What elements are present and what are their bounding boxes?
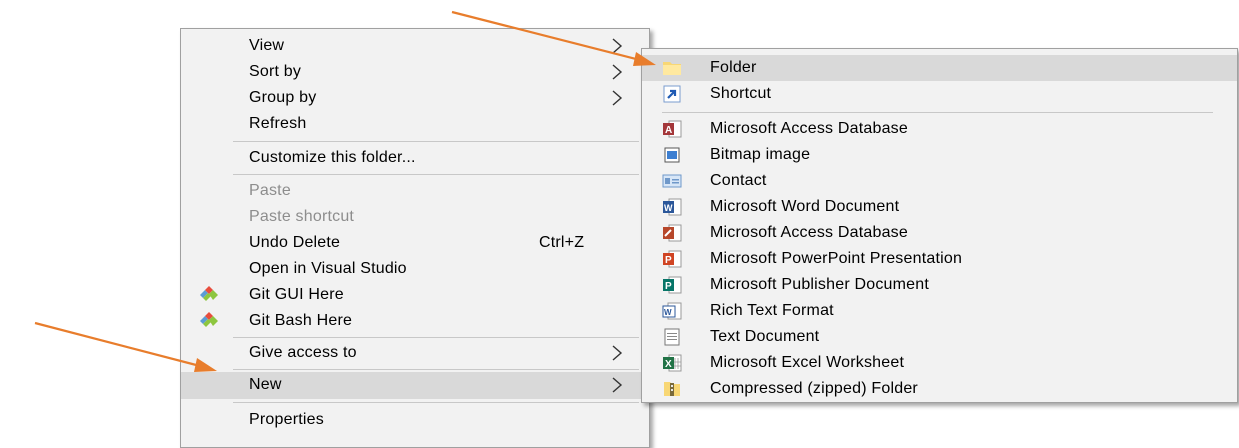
menu-item-new[interactable]: New — [181, 372, 649, 399]
menu-separator — [233, 174, 639, 175]
menu-item-label: Paste shortcut — [249, 208, 355, 225]
menu-item-customize-folder[interactable]: Customize this folder... — [181, 145, 649, 171]
menu-separator — [233, 402, 639, 403]
submenu-item-label: Rich Text Format — [710, 302, 834, 319]
menu-item-label: Git Bash Here — [249, 312, 353, 329]
submenu-item-folder[interactable]: Folder — [642, 55, 1237, 81]
menu-item-label: Open in Visual Studio — [249, 260, 407, 277]
access-icon — [662, 224, 682, 242]
menu-item-label: Give access to — [249, 344, 357, 361]
chevron-right-icon — [611, 372, 627, 398]
rich-text-icon: W — [662, 302, 682, 320]
submenu-item-label: Microsoft Access Database — [710, 224, 908, 241]
folder-icon — [662, 59, 682, 77]
submenu-item-word-document[interactable]: W Microsoft Word Document — [642, 194, 1237, 220]
menu-item-label: Properties — [249, 411, 324, 428]
svg-text:P: P — [665, 255, 672, 266]
submenu-item-label: Microsoft Publisher Document — [710, 276, 930, 293]
menu-item-label: Git GUI Here — [249, 286, 344, 303]
submenu-item-label: Text Document — [710, 328, 820, 345]
submenu-item-shortcut[interactable]: Shortcut — [642, 81, 1237, 107]
submenu-item-label: Microsoft Excel Worksheet — [710, 354, 905, 371]
contact-card-icon — [662, 172, 682, 190]
menu-item-sort-by[interactable]: Sort by — [181, 59, 649, 85]
menu-item-label: Group by — [249, 89, 317, 106]
menu-item-give-access-to[interactable]: Give access to — [181, 340, 649, 366]
submenu-item-access-database[interactable]: A Microsoft Access Database — [642, 116, 1237, 142]
menu-separator — [233, 337, 639, 338]
svg-text:W: W — [664, 308, 672, 317]
menu-separator — [662, 112, 1213, 113]
menu-item-label: Refresh — [249, 115, 307, 132]
new-submenu: Folder Shortcut A Microsoft Access Datab… — [641, 48, 1238, 403]
submenu-item-publisher[interactable]: P Microsoft Publisher Document — [642, 272, 1237, 298]
submenu-item-label: Compressed (zipped) Folder — [710, 380, 918, 397]
menu-item-label: Sort by — [249, 63, 302, 80]
submenu-item-bitmap-image[interactable]: Bitmap image — [642, 142, 1237, 168]
text-document-icon — [662, 328, 682, 346]
menu-separator — [233, 141, 639, 142]
menu-item-open-in-visual-studio[interactable]: Open in Visual Studio — [181, 256, 649, 282]
submenu-item-excel[interactable]: X Microsoft Excel Worksheet — [642, 350, 1237, 376]
bitmap-image-icon — [662, 146, 682, 164]
desktop-context-menu: View Sort by Group by Refresh Customize … — [180, 28, 650, 448]
menu-item-view[interactable]: View — [181, 33, 649, 59]
submenu-item-text-document[interactable]: Text Document — [642, 324, 1237, 350]
menu-item-undo-delete[interactable]: Undo Delete Ctrl+Z — [181, 230, 649, 256]
submenu-item-label: Microsoft Word Document — [710, 198, 900, 215]
access-icon: A — [662, 120, 682, 138]
menu-item-label: Undo Delete — [249, 234, 341, 251]
submenu-item-zip-folder[interactable]: Compressed (zipped) Folder — [642, 376, 1237, 402]
submenu-item-label: Folder — [710, 59, 757, 76]
chevron-right-icon — [611, 59, 627, 85]
menu-separator — [233, 369, 639, 370]
submenu-item-label: Bitmap image — [710, 146, 811, 163]
submenu-item-rich-text[interactable]: W Rich Text Format — [642, 298, 1237, 324]
submenu-item-label: Contact — [710, 172, 767, 189]
submenu-item-access-database-2[interactable]: Microsoft Access Database — [642, 220, 1237, 246]
submenu-item-contact[interactable]: Contact — [642, 168, 1237, 194]
submenu-item-label: Microsoft Access Database — [710, 120, 908, 137]
menu-item-label: New — [249, 376, 282, 393]
chevron-right-icon — [611, 85, 627, 111]
submenu-item-label: Microsoft PowerPoint Presentation — [710, 250, 963, 267]
keyboard-shortcut: Ctrl+Z — [539, 234, 585, 251]
chevron-right-icon — [611, 340, 627, 366]
menu-item-refresh[interactable]: Refresh — [181, 111, 649, 137]
menu-item-label: View — [249, 37, 285, 54]
menu-item-label: Customize this folder... — [249, 149, 416, 166]
git-icon — [199, 312, 219, 330]
git-icon — [199, 286, 219, 304]
menu-item-properties[interactable]: Properties — [181, 407, 649, 433]
svg-text:P: P — [665, 281, 672, 292]
menu-item-paste: Paste — [181, 178, 649, 204]
menu-item-git-bash-here[interactable]: Git Bash Here — [181, 308, 649, 334]
submenu-item-powerpoint[interactable]: P Microsoft PowerPoint Presentation — [642, 246, 1237, 272]
zip-folder-icon — [662, 380, 682, 398]
word-icon: W — [662, 198, 682, 216]
publisher-icon: P — [662, 276, 682, 294]
chevron-right-icon — [611, 33, 627, 59]
svg-text:X: X — [665, 359, 672, 370]
svg-text:W: W — [664, 203, 673, 213]
menu-item-group-by[interactable]: Group by — [181, 85, 649, 111]
svg-text:A: A — [665, 125, 672, 136]
submenu-item-label: Shortcut — [710, 85, 772, 102]
shortcut-icon — [662, 85, 682, 103]
menu-item-git-gui-here[interactable]: Git GUI Here — [181, 282, 649, 308]
powerpoint-icon: P — [662, 250, 682, 268]
menu-item-label: Paste — [249, 182, 291, 199]
excel-icon: X — [662, 354, 682, 372]
menu-item-paste-shortcut: Paste shortcut — [181, 204, 649, 230]
